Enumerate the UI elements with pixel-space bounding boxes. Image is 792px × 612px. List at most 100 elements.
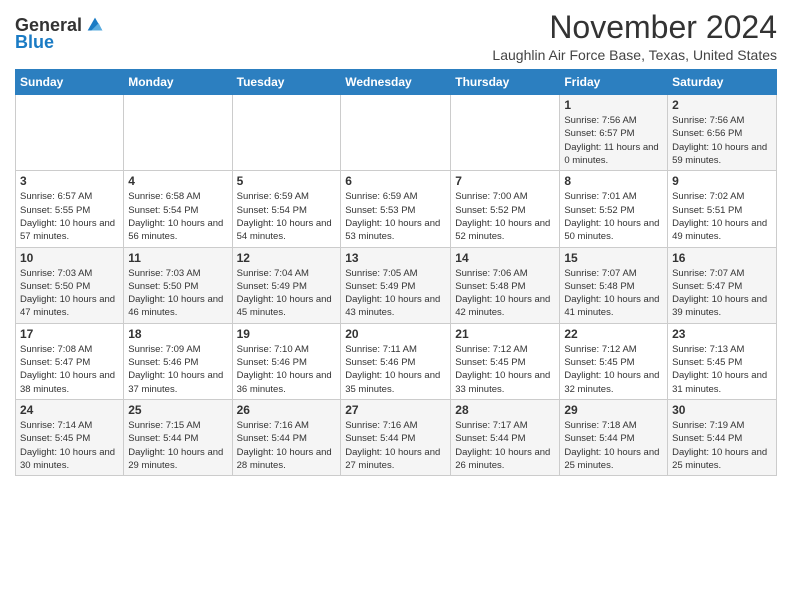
calendar-cell: 21 Sunrise: 7:12 AM Sunset: 5:45 PM Dayli… (451, 323, 560, 399)
day-info: Sunrise: 7:12 AM Sunset: 5:45 PM Dayligh… (455, 343, 555, 396)
day-number: 26 (237, 403, 337, 417)
day-number: 7 (455, 174, 555, 188)
calendar-cell: 27 Sunrise: 7:16 AM Sunset: 5:44 PM Dayli… (341, 399, 451, 475)
day-info: Sunrise: 7:00 AM Sunset: 5:52 PM Dayligh… (455, 190, 555, 243)
calendar-cell: 22 Sunrise: 7:12 AM Sunset: 5:45 PM Dayli… (560, 323, 668, 399)
day-number: 2 (672, 98, 772, 112)
calendar-cell: 16Sunrise: 7:07 AM Sunset: 5:47 PM Dayli… (668, 247, 777, 323)
calendar-cell: 13 Sunrise: 7:05 AM Sunset: 5:49 PM Dayli… (341, 247, 451, 323)
day-info: Sunrise: 7:10 AM Sunset: 5:46 PM Dayligh… (237, 343, 337, 396)
day-number: 17 (20, 327, 119, 341)
header: General Blue November 2024 Laughlin Air … (15, 10, 777, 63)
calendar-cell (451, 95, 560, 171)
calendar-cell: 1Sunrise: 7:56 AM Sunset: 6:57 PM Daylig… (560, 95, 668, 171)
day-number: 20 (345, 327, 446, 341)
calendar-table: SundayMondayTuesdayWednesdayThursdayFrid… (15, 69, 777, 476)
day-info: Sunrise: 7:16 AM Sunset: 5:44 PM Dayligh… (237, 419, 337, 472)
day-number: 6 (345, 174, 446, 188)
day-info: Sunrise: 6:58 AM Sunset: 5:54 PM Dayligh… (128, 190, 227, 243)
day-number: 28 (455, 403, 555, 417)
day-number: 3 (20, 174, 119, 188)
day-number: 13 (345, 251, 446, 265)
calendar-week-3: 10 Sunrise: 7:03 AM Sunset: 5:50 PM Dayli… (16, 247, 777, 323)
day-info: Sunrise: 7:08 AM Sunset: 5:47 PM Dayligh… (20, 343, 119, 396)
calendar-cell: 3 Sunrise: 6:57 AM Sunset: 5:55 PM Daylig… (16, 171, 124, 247)
calendar-week-5: 24Sunrise: 7:14 AM Sunset: 5:45 PM Dayli… (16, 399, 777, 475)
day-number: 27 (345, 403, 446, 417)
day-number: 22 (564, 327, 663, 341)
day-info: Sunrise: 7:18 AM Sunset: 5:44 PM Dayligh… (564, 419, 663, 472)
calendar-week-2: 3 Sunrise: 6:57 AM Sunset: 5:55 PM Daylig… (16, 171, 777, 247)
calendar-cell: 19 Sunrise: 7:10 AM Sunset: 5:46 PM Dayli… (232, 323, 341, 399)
day-info: Sunrise: 7:07 AM Sunset: 5:47 PM Dayligh… (672, 267, 772, 320)
column-header-monday: Monday (124, 70, 232, 95)
calendar-cell: 24Sunrise: 7:14 AM Sunset: 5:45 PM Dayli… (16, 399, 124, 475)
column-header-thursday: Thursday (451, 70, 560, 95)
calendar-cell: 12 Sunrise: 7:04 AM Sunset: 5:49 PM Dayli… (232, 247, 341, 323)
day-info: Sunrise: 7:11 AM Sunset: 5:46 PM Dayligh… (345, 343, 446, 396)
day-info: Sunrise: 7:04 AM Sunset: 5:49 PM Dayligh… (237, 267, 337, 320)
calendar-header: SundayMondayTuesdayWednesdayThursdayFrid… (16, 70, 777, 95)
month-title: November 2024 (492, 10, 777, 45)
day-info: Sunrise: 6:59 AM Sunset: 5:53 PM Dayligh… (345, 190, 446, 243)
calendar-cell (124, 95, 232, 171)
calendar-cell (341, 95, 451, 171)
day-number: 19 (237, 327, 337, 341)
column-header-sunday: Sunday (16, 70, 124, 95)
calendar-cell: 8 Sunrise: 7:01 AM Sunset: 5:52 PM Daylig… (560, 171, 668, 247)
day-info: Sunrise: 7:13 AM Sunset: 5:45 PM Dayligh… (672, 343, 772, 396)
logo: General Blue (15, 14, 106, 53)
column-header-wednesday: Wednesday (341, 70, 451, 95)
calendar-cell (232, 95, 341, 171)
calendar-cell: 18 Sunrise: 7:09 AM Sunset: 5:46 PM Dayli… (124, 323, 232, 399)
day-info: Sunrise: 7:12 AM Sunset: 5:45 PM Dayligh… (564, 343, 663, 396)
day-info: Sunrise: 7:15 AM Sunset: 5:44 PM Dayligh… (128, 419, 227, 472)
calendar-cell: 15Sunrise: 7:07 AM Sunset: 5:48 PM Dayli… (560, 247, 668, 323)
day-info: Sunrise: 7:01 AM Sunset: 5:52 PM Dayligh… (564, 190, 663, 243)
calendar-cell: 10 Sunrise: 7:03 AM Sunset: 5:50 PM Dayli… (16, 247, 124, 323)
calendar-body: 1Sunrise: 7:56 AM Sunset: 6:57 PM Daylig… (16, 95, 777, 476)
day-info: Sunrise: 7:19 AM Sunset: 5:44 PM Dayligh… (672, 419, 772, 472)
title-block: November 2024 Laughlin Air Force Base, T… (492, 10, 777, 63)
day-info: Sunrise: 7:03 AM Sunset: 5:50 PM Dayligh… (20, 267, 119, 320)
day-number: 10 (20, 251, 119, 265)
day-number: 23 (672, 327, 772, 341)
day-number: 29 (564, 403, 663, 417)
calendar-cell: 23 Sunrise: 7:13 AM Sunset: 5:45 PM Dayli… (668, 323, 777, 399)
day-info: Sunrise: 7:05 AM Sunset: 5:49 PM Dayligh… (345, 267, 446, 320)
location-subtitle: Laughlin Air Force Base, Texas, United S… (492, 47, 777, 63)
day-info: Sunrise: 6:59 AM Sunset: 5:54 PM Dayligh… (237, 190, 337, 243)
calendar-cell: 25 Sunrise: 7:15 AM Sunset: 5:44 PM Dayli… (124, 399, 232, 475)
column-header-friday: Friday (560, 70, 668, 95)
header-row: SundayMondayTuesdayWednesdayThursdayFrid… (16, 70, 777, 95)
day-number: 21 (455, 327, 555, 341)
day-number: 14 (455, 251, 555, 265)
day-number: 8 (564, 174, 663, 188)
calendar-cell: 6 Sunrise: 6:59 AM Sunset: 5:53 PM Daylig… (341, 171, 451, 247)
day-number: 30 (672, 403, 772, 417)
day-info: Sunrise: 6:57 AM Sunset: 5:55 PM Dayligh… (20, 190, 119, 243)
day-number: 25 (128, 403, 227, 417)
calendar-week-4: 17 Sunrise: 7:08 AM Sunset: 5:47 PM Dayli… (16, 323, 777, 399)
day-info: Sunrise: 7:07 AM Sunset: 5:48 PM Dayligh… (564, 267, 663, 320)
day-number: 5 (237, 174, 337, 188)
day-number: 4 (128, 174, 227, 188)
day-info: Sunrise: 7:14 AM Sunset: 5:45 PM Dayligh… (20, 419, 119, 472)
day-number: 12 (237, 251, 337, 265)
calendar-cell: 14Sunrise: 7:06 AM Sunset: 5:48 PM Dayli… (451, 247, 560, 323)
day-info: Sunrise: 7:03 AM Sunset: 5:50 PM Dayligh… (128, 267, 227, 320)
calendar-cell: 26 Sunrise: 7:16 AM Sunset: 5:44 PM Dayli… (232, 399, 341, 475)
calendar-cell: 7 Sunrise: 7:00 AM Sunset: 5:52 PM Daylig… (451, 171, 560, 247)
day-number: 18 (128, 327, 227, 341)
calendar-cell: 5 Sunrise: 6:59 AM Sunset: 5:54 PM Daylig… (232, 171, 341, 247)
calendar-cell: 20 Sunrise: 7:11 AM Sunset: 5:46 PM Dayli… (341, 323, 451, 399)
day-info: Sunrise: 7:56 AM Sunset: 6:57 PM Dayligh… (564, 114, 663, 167)
day-info: Sunrise: 7:09 AM Sunset: 5:46 PM Dayligh… (128, 343, 227, 396)
day-info: Sunrise: 7:17 AM Sunset: 5:44 PM Dayligh… (455, 419, 555, 472)
calendar-cell: 29 Sunrise: 7:18 AM Sunset: 5:44 PM Dayli… (560, 399, 668, 475)
calendar-cell: 2Sunrise: 7:56 AM Sunset: 6:56 PM Daylig… (668, 95, 777, 171)
logo-text: General Blue (15, 14, 106, 53)
day-info: Sunrise: 7:16 AM Sunset: 5:44 PM Dayligh… (345, 419, 446, 472)
calendar-cell: 28 Sunrise: 7:17 AM Sunset: 5:44 PM Dayli… (451, 399, 560, 475)
day-number: 11 (128, 251, 227, 265)
